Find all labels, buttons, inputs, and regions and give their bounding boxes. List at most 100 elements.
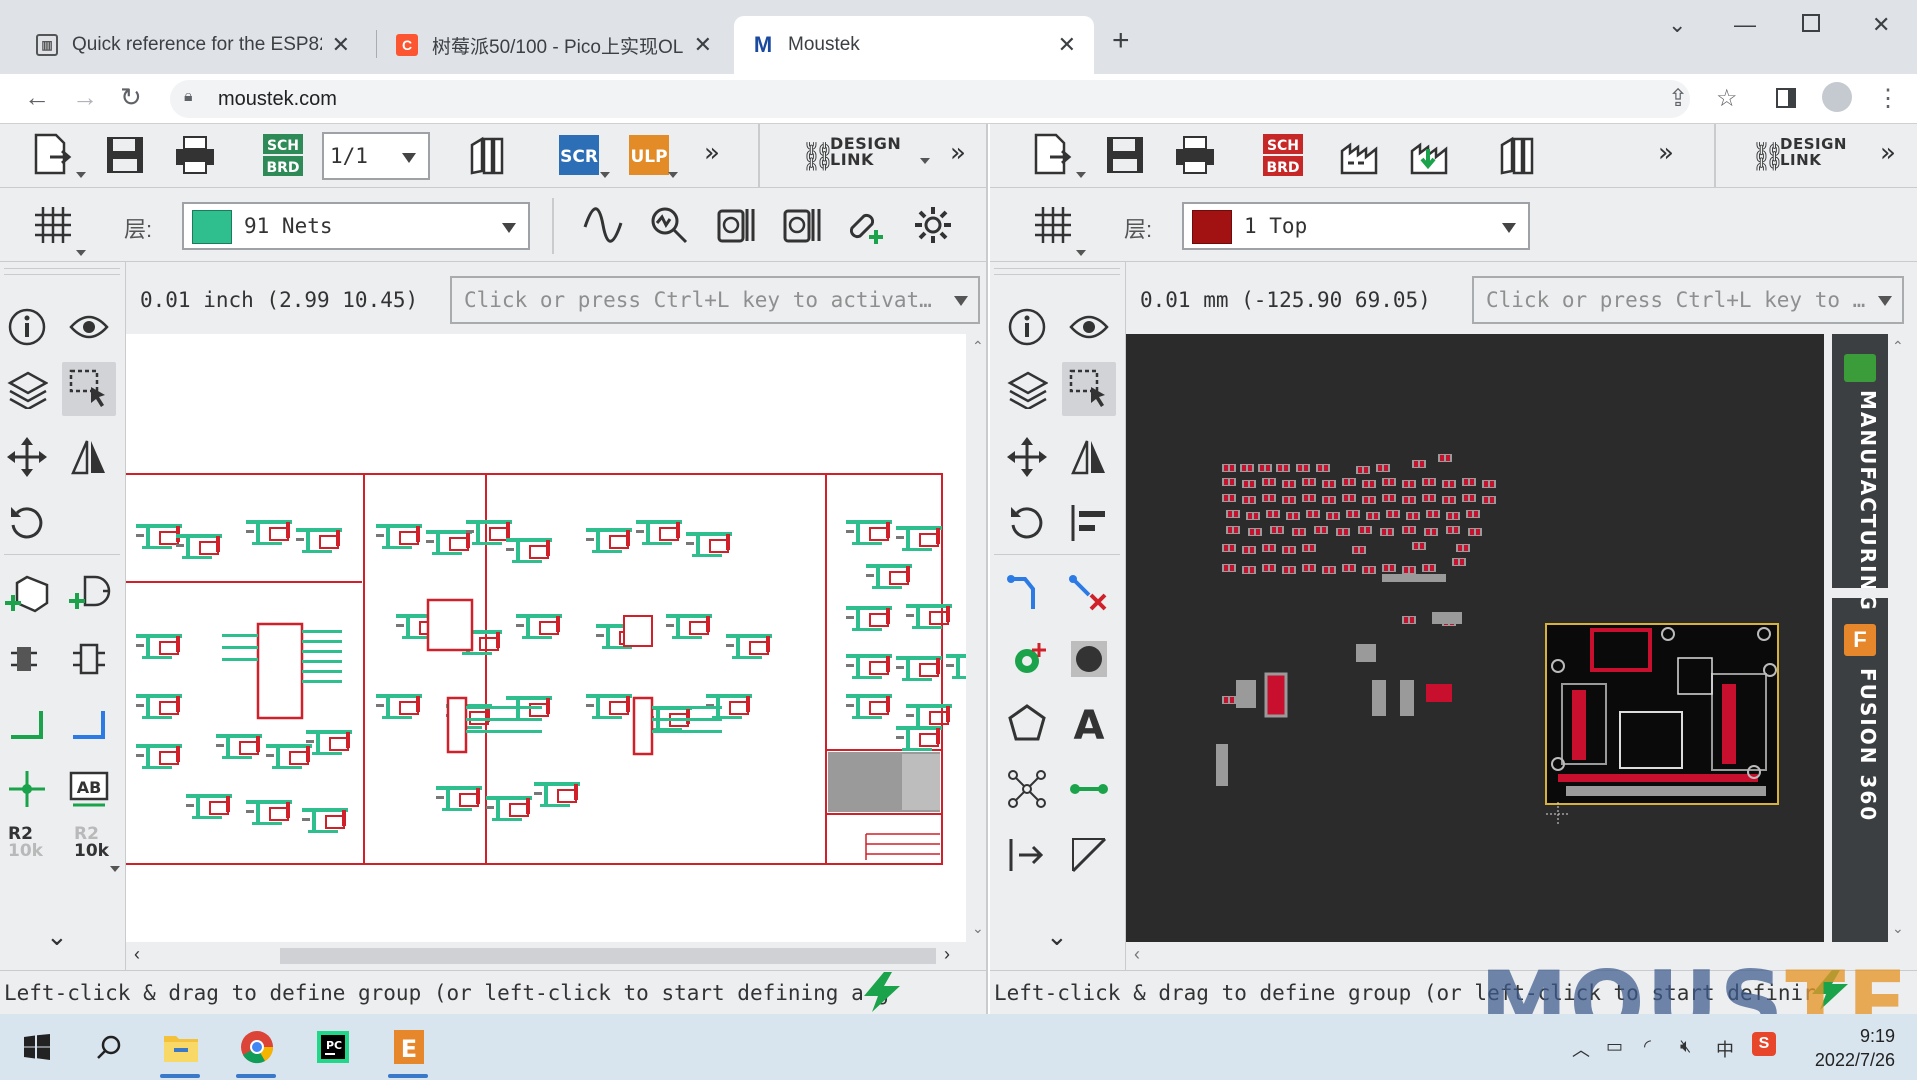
move-arrows-icon[interactable] (1000, 430, 1054, 484)
maximize-icon[interactable] (1802, 14, 1820, 32)
add-gate-icon[interactable] (62, 566, 116, 620)
more-chevron-icon[interactable]: » (1880, 138, 1896, 168)
label-ab-icon[interactable]: AB (62, 762, 116, 816)
mirror-icon[interactable] (62, 430, 116, 484)
bookmark-star-icon[interactable]: ☆ (1716, 84, 1738, 113)
align-icon[interactable] (1062, 496, 1116, 550)
show-name-button[interactable]: R2 10k (8, 826, 43, 860)
cam-processor-icon[interactable] (1336, 132, 1382, 178)
new-tab-icon[interactable]: + (1112, 26, 1130, 56)
scrollbar-thumb[interactable] (280, 948, 936, 964)
text-tool-icon[interactable]: A (1062, 696, 1116, 750)
manufacturing-chip-icon[interactable] (1844, 354, 1876, 382)
board-horizontal-scrollbar[interactable]: ‹ (1126, 942, 1888, 968)
airwire-icon[interactable] (1000, 762, 1054, 816)
library-books-icon[interactable] (466, 132, 512, 178)
profile-avatar-icon[interactable] (1822, 82, 1852, 112)
share-icon[interactable]: ⇪ (1668, 84, 1688, 113)
scroll-right-icon[interactable]: › (944, 944, 950, 965)
layer-selector[interactable]: 1 Top (1182, 202, 1530, 250)
file-explorer-icon[interactable] (160, 1026, 202, 1068)
address-bar[interactable]: 🔒︎ moustek.com (170, 80, 1690, 118)
ripup-icon[interactable] (1062, 566, 1116, 620)
grid-icon[interactable] (30, 202, 76, 248)
hole-icon[interactable] (1062, 632, 1116, 686)
scroll-down-icon[interactable]: ⌄ (972, 920, 984, 937)
tab-search-chevron-icon[interactable]: ⌄ (1668, 12, 1686, 38)
schematic-vertical-scrollbar[interactable]: ⌃ ⌄ (968, 334, 986, 942)
add-part-icon[interactable] (0, 566, 54, 620)
export-file-icon[interactable] (1030, 132, 1076, 178)
info-icon[interactable] (0, 300, 54, 354)
more-chevron-icon[interactable]: » (950, 138, 966, 168)
settings-gear-icon[interactable] (910, 202, 956, 248)
browser-tab-esp[interactable]: ▥ Quick reference for the ESP82 ✕ (18, 16, 368, 74)
layers-icon[interactable] (1000, 362, 1054, 416)
meter-probe-icon[interactable] (712, 202, 758, 248)
polygon-icon[interactable] (1000, 696, 1054, 750)
scroll-up-icon[interactable]: ⌃ (1892, 338, 1904, 355)
cam-download-icon[interactable] (1406, 132, 1452, 178)
close-tab-icon[interactable]: ✕ (1058, 32, 1076, 58)
scroll-up-icon[interactable]: ⌃ (972, 338, 984, 355)
replace-part-icon[interactable] (0, 632, 54, 686)
print-icon[interactable] (172, 132, 218, 178)
close-tab-icon[interactable]: ✕ (332, 32, 350, 58)
sch-brd-switch-button[interactable]: SCH BRD (1260, 132, 1306, 178)
schematic-canvas[interactable] (126, 334, 966, 942)
sch-brd-switch-button[interactable]: SCH BRD (260, 132, 306, 178)
group-select-icon[interactable] (62, 362, 116, 416)
design-link-label[interactable]: DESIGN LINK (1780, 136, 1860, 168)
schematic-horizontal-scrollbar[interactable]: ‹ › (126, 942, 968, 968)
design-link-label[interactable]: DESIGN LINK (830, 136, 910, 168)
sheet-selector[interactable]: 1/1 (322, 132, 430, 180)
save-disk-icon[interactable] (102, 132, 148, 178)
add-link-icon[interactable] (844, 202, 890, 248)
scroll-down-icon[interactable]: ⌄ (1892, 920, 1904, 937)
lead-in-icon[interactable] (1000, 828, 1054, 882)
scroll-left-icon[interactable]: ‹ (1134, 944, 1140, 965)
show-value-button[interactable]: R2 10k (74, 826, 109, 860)
wifi-icon[interactable]: ◜ (1644, 1036, 1651, 1057)
board-vertical-scrollbar[interactable]: ⌃ ⌄ (1888, 334, 1908, 942)
export-file-icon[interactable] (30, 132, 76, 178)
more-tools-chevron-icon[interactable]: » (1658, 138, 1674, 168)
browser-tab-moustek[interactable]: M Moustek ✕ (734, 16, 1094, 74)
library-books-icon[interactable] (1496, 132, 1542, 178)
rotate-icon[interactable] (0, 496, 54, 550)
manufacturing-tab[interactable]: MANUFACTURING (1840, 390, 1880, 612)
info-icon[interactable] (1000, 300, 1054, 354)
expand-more-icon[interactable]: ⌄ (46, 922, 68, 952)
ulp-button[interactable]: ULP (626, 132, 672, 178)
miter-icon[interactable] (1062, 828, 1116, 882)
grid-icon[interactable] (1030, 202, 1076, 248)
forward-arrow-icon[interactable]: → (72, 82, 98, 113)
meter-probe-2-icon[interactable] (778, 202, 824, 248)
system-clock[interactable]: 9:19 2022/7/26 (1815, 1024, 1895, 1072)
browser-tab-csdn[interactable]: C 树莓派50/100 - Pico上实现OLE ✕ (378, 16, 730, 74)
sogou-ime-icon[interactable]: S (1752, 1032, 1776, 1056)
back-arrow-icon[interactable]: ← (24, 82, 50, 113)
wire-connect-icon[interactable] (1062, 762, 1116, 816)
layer-selector[interactable]: 91 Nets (182, 202, 530, 250)
battery-icon[interactable]: ▭ (1606, 1036, 1623, 1057)
scroll-left-icon[interactable]: ‹ (134, 944, 140, 965)
volume-muted-icon[interactable]: 🔇︎ (1680, 1036, 1691, 1057)
board-canvas[interactable] (1126, 334, 1824, 942)
command-line-input[interactable]: Click or press Ctrl+L key to activat… (450, 276, 980, 324)
windows-start-icon[interactable] (16, 1026, 58, 1068)
mirror-icon[interactable] (1062, 430, 1116, 484)
close-window-icon[interactable]: ✕ (1872, 12, 1890, 38)
search-icon[interactable] (88, 1026, 130, 1068)
lightning-go-icon[interactable] (1808, 970, 1852, 1013)
change-part-icon[interactable] (62, 632, 116, 686)
fusion-360-logo-icon[interactable]: F (1844, 624, 1876, 656)
probe-magnifier-icon[interactable] (646, 202, 692, 248)
net-wave-icon[interactable] (580, 202, 626, 248)
command-line-input[interactable]: Click or press Ctrl+L key to … (1472, 276, 1904, 324)
eye-show-icon[interactable] (62, 300, 116, 354)
eye-show-icon[interactable] (1062, 300, 1116, 354)
expand-more-icon[interactable]: ⌄ (1046, 922, 1068, 952)
rotate-icon[interactable] (1000, 496, 1054, 550)
minimize-icon[interactable]: — (1734, 12, 1756, 38)
